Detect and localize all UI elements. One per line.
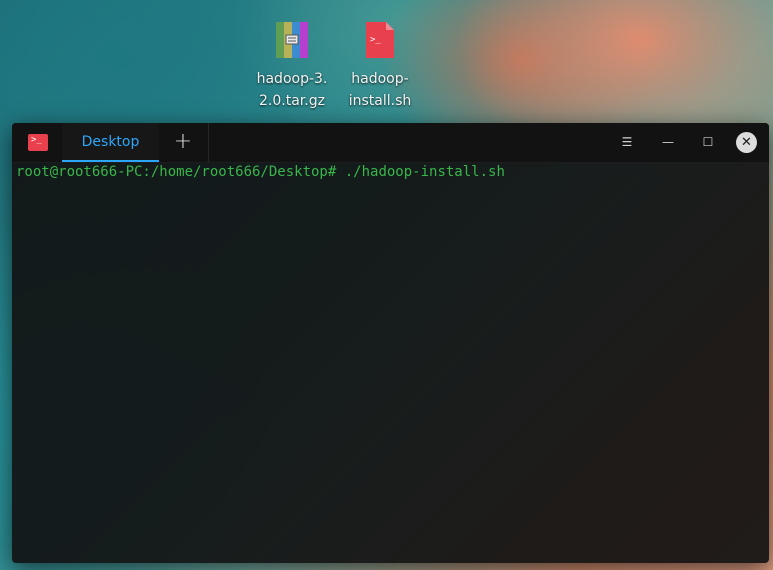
terminal-app-icon: >_ [28,134,48,151]
terminal-window[interactable]: >_ Desktop + ☰ — ☐ ✕ root@root666-PC:/ho… [12,123,769,563]
typed-command: ./hadoop-install.sh [336,164,505,180]
svg-text:>_: >_ [370,35,381,45]
shell-script-icon: >_ [366,22,394,58]
terminal-prompt-icon: >_ [31,135,42,145]
desktop-icon-label: hadoop-3. 2.0.tar.gz [256,71,328,109]
tab-desktop[interactable]: Desktop [62,123,159,162]
terminal-command-line: root@root666-PC:/home/root666/Desktop# .… [16,163,769,181]
terminal-output-area[interactable]: root@root666-PC:/home/root666/Desktop# .… [16,163,769,563]
shell-prompt: root@root666-PC:/home/root666/Desktop# [16,164,337,180]
close-icon[interactable]: ✕ [736,132,757,153]
minimize-icon[interactable]: — [657,131,679,153]
terminal-titlebar[interactable]: >_ Desktop + ☰ — ☐ ✕ [12,123,769,163]
desktop-icon-hadoop-archive[interactable]: hadoop-3. 2.0.tar.gz [251,20,333,112]
new-tab-button[interactable]: + [172,131,194,153]
desktop-background: hadoop-3. 2.0.tar.gz >_ hadoop- install.… [0,0,773,570]
tab-divider [208,123,209,162]
desktop-icon-hadoop-install-script[interactable]: >_ hadoop- install.sh [339,20,421,112]
maximize-icon[interactable]: ☐ [697,131,719,153]
desktop-icon-label: hadoop- install.sh [348,71,412,109]
archive-icon [276,22,308,58]
menu-icon[interactable]: ☰ [616,131,638,153]
